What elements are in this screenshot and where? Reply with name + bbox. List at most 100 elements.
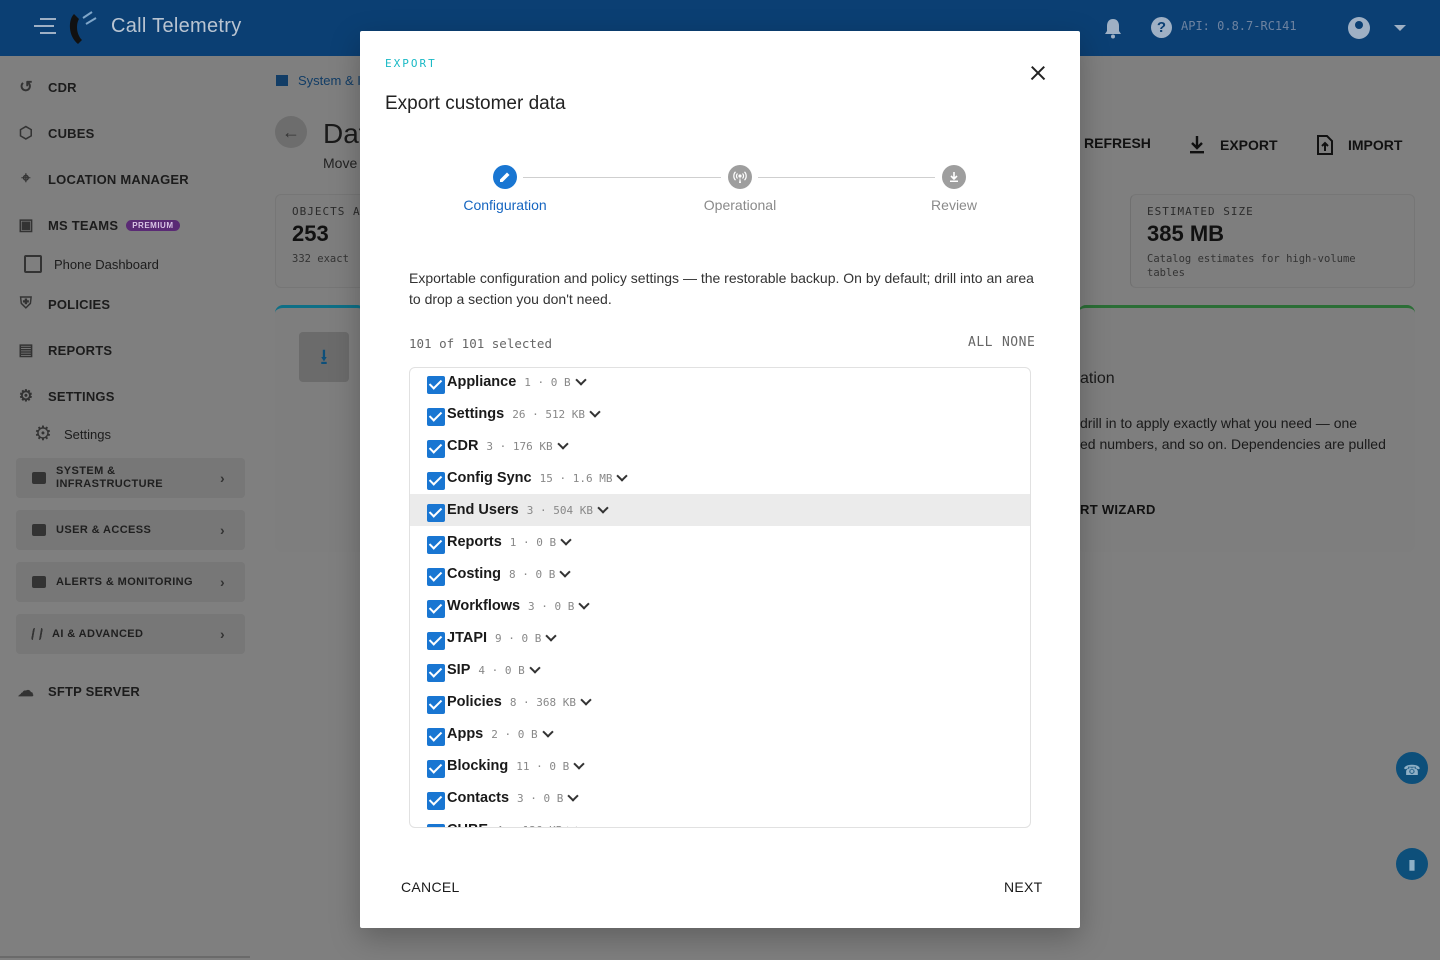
section-meta: 8 · 0 B — [508, 567, 556, 581]
section-row[interactable]: Blocking 11 · 0 B — [410, 750, 1030, 782]
section-checkbox[interactable] — [427, 632, 445, 650]
import-card-text-line: drill in to apply exactly what you need … — [1080, 415, 1358, 431]
section-row[interactable]: End Users 3 · 504 KB — [410, 494, 1030, 526]
step-label-configuration[interactable]: Configuration — [425, 197, 585, 213]
sidebar-item-phone-dashboard[interactable]: Phone Dashboard — [24, 255, 159, 273]
section-checkbox[interactable] — [427, 536, 445, 554]
section-checkbox[interactable] — [427, 376, 445, 394]
sidebar-item-location-manager[interactable]: ⌖ LOCATION MANAGER — [16, 169, 189, 189]
chevron-down-icon[interactable] — [560, 534, 572, 546]
sidebar-item-cubes[interactable]: ⬡ CUBES — [16, 123, 95, 143]
step-3-download-icon[interactable] — [942, 165, 966, 189]
section-name: Costing — [447, 566, 501, 582]
section-checkbox[interactable] — [427, 440, 445, 458]
step-2-broadcast-icon[interactable] — [728, 165, 752, 189]
section-row[interactable]: Reports 1 · 0 B — [410, 526, 1030, 558]
chevron-down-icon[interactable] — [616, 470, 629, 482]
section-checkbox[interactable] — [427, 664, 445, 682]
next-button[interactable]: NEXT — [1004, 879, 1043, 895]
refresh-button[interactable]: REFRESH — [1084, 135, 1151, 151]
chevron-down-icon[interactable] — [559, 566, 571, 578]
chat-icon[interactable]: ▮ — [1396, 848, 1428, 880]
chevron-down-icon[interactable] — [529, 662, 541, 674]
select-all-button[interactable]: ALL — [968, 335, 993, 350]
sidebar-item-settings-sub[interactable]: ⚙ Settings — [34, 423, 111, 445]
chevron-down-icon[interactable] — [567, 790, 580, 802]
breadcrumb[interactable]: System & I — [276, 73, 361, 88]
section-row[interactable]: JTAPI 9 · 0 B — [410, 622, 1030, 654]
chevron-down-icon[interactable] — [573, 758, 585, 770]
back-button[interactable]: ← — [275, 116, 307, 148]
sidebar-group-system-infrastructure[interactable]: SYSTEM & INFRASTRUCTURE › — [16, 458, 245, 498]
section-row[interactable]: CUBE 4 · 136 KB — [410, 814, 1030, 827]
chevron-down-icon[interactable] — [1394, 25, 1406, 31]
section-checkbox[interactable] — [427, 792, 445, 810]
import-wizard-button[interactable]: RT WIZARD — [1080, 502, 1156, 517]
bell-icon[interactable] — [1103, 17, 1123, 39]
chevron-down-icon[interactable] — [589, 406, 601, 418]
section-row[interactable]: SIP 4 · 0 B — [410, 654, 1030, 686]
section-meta: 15 · 1.6 MB — [539, 471, 613, 485]
chevron-down-icon[interactable] — [545, 630, 558, 642]
cancel-button[interactable]: CANCEL — [401, 879, 460, 895]
section-checkbox[interactable] — [427, 504, 445, 522]
sidebar-group-alerts-monitoring[interactable]: ALERTS & MONITORING › — [16, 562, 245, 602]
sidebar-group-user-access[interactable]: USER & ACCESS › — [16, 510, 245, 550]
sidebar-item-policies[interactable]: ⛨ POLICIES — [16, 294, 110, 314]
sidebar-group-ai-advanced[interactable]: AI & ADVANCED › — [16, 614, 245, 654]
chevron-down-icon[interactable] — [597, 502, 609, 514]
section-checkbox[interactable] — [427, 728, 445, 746]
step-label-review[interactable]: Review — [874, 197, 1034, 213]
chevron-down-icon[interactable] — [578, 598, 591, 610]
section-meta: 3 · 176 KB — [486, 439, 553, 453]
stat-label: OBJECTS A — [292, 205, 361, 218]
section-row[interactable]: CDR 3 · 176 KB — [410, 430, 1030, 462]
server-icon — [32, 472, 46, 484]
chevron-down-icon[interactable] — [556, 438, 569, 450]
account-icon[interactable] — [1348, 17, 1370, 39]
group-label: USER & ACCESS — [56, 524, 152, 536]
section-row[interactable]: Costing 8 · 0 B — [410, 558, 1030, 590]
chevron-right-icon: › — [219, 574, 225, 590]
section-checkbox[interactable] — [427, 760, 445, 778]
sidebar-item-ms-teams[interactable]: ▣ MS TEAMS PREMIUM — [16, 215, 180, 235]
select-none-button[interactable]: NONE — [1002, 335, 1035, 350]
step-label-operational[interactable]: Operational — [660, 197, 820, 213]
stat-sub: Catalog estimates for high-volume tables — [1147, 253, 1356, 279]
stat-label: ESTIMATED SIZE — [1147, 205, 1254, 218]
sidebar-item-cdr[interactable]: ↺ CDR — [16, 77, 77, 97]
section-row[interactable]: Policies 8 · 368 KB — [410, 686, 1030, 718]
sidebar-item-label: CDR — [48, 79, 77, 95]
chevron-down-icon[interactable] — [541, 726, 554, 738]
section-list[interactable]: Appliance 1 · 0 B Settings 26 · 512 KB CDR 3 … — [409, 367, 1031, 828]
section-row[interactable]: Apps 2 · 0 B — [410, 718, 1030, 750]
section-row[interactable]: Appliance 1 · 0 B — [410, 368, 1030, 398]
menu-icon[interactable] — [34, 18, 56, 38]
close-icon[interactable] — [1028, 62, 1050, 84]
sidebar-item-sftp-server[interactable]: ☁ SFTP SERVER — [16, 681, 140, 701]
import-button[interactable]: IMPORT — [1316, 135, 1402, 155]
support-headset-icon[interactable]: ☎ — [1396, 752, 1428, 784]
help-icon[interactable]: ? — [1151, 17, 1172, 38]
app-title: Call Telemetry — [111, 15, 242, 37]
section-checkbox[interactable] — [427, 696, 445, 714]
gear-icon: ⚙ — [34, 423, 52, 445]
section-row[interactable]: Contacts 3 · 0 B — [410, 782, 1030, 814]
section-row[interactable]: Config Sync 15 · 1.6 MB — [410, 462, 1030, 494]
section-checkbox[interactable] — [427, 568, 445, 586]
chevron-down-icon[interactable] — [566, 822, 578, 827]
section-checkbox[interactable] — [427, 408, 445, 426]
section-row[interactable]: Workflows 3 · 0 B — [410, 590, 1030, 622]
export-button[interactable]: EXPORT — [1188, 135, 1278, 155]
section-checkbox[interactable] — [427, 600, 445, 618]
section-checkbox[interactable] — [427, 824, 445, 827]
chevron-down-icon[interactable] — [574, 374, 587, 386]
gear-icon: ⚙ — [18, 388, 34, 405]
sidebar-item-reports[interactable]: ▤ REPORTS — [16, 340, 112, 360]
ai-icon — [30, 628, 44, 640]
step-1-pencil-icon[interactable] — [493, 165, 517, 189]
sidebar-item-settings[interactable]: ⚙ SETTINGS — [16, 386, 115, 406]
section-row[interactable]: Settings 26 · 512 KB — [410, 398, 1030, 430]
section-checkbox[interactable] — [427, 472, 445, 490]
chevron-down-icon[interactable] — [580, 694, 592, 706]
